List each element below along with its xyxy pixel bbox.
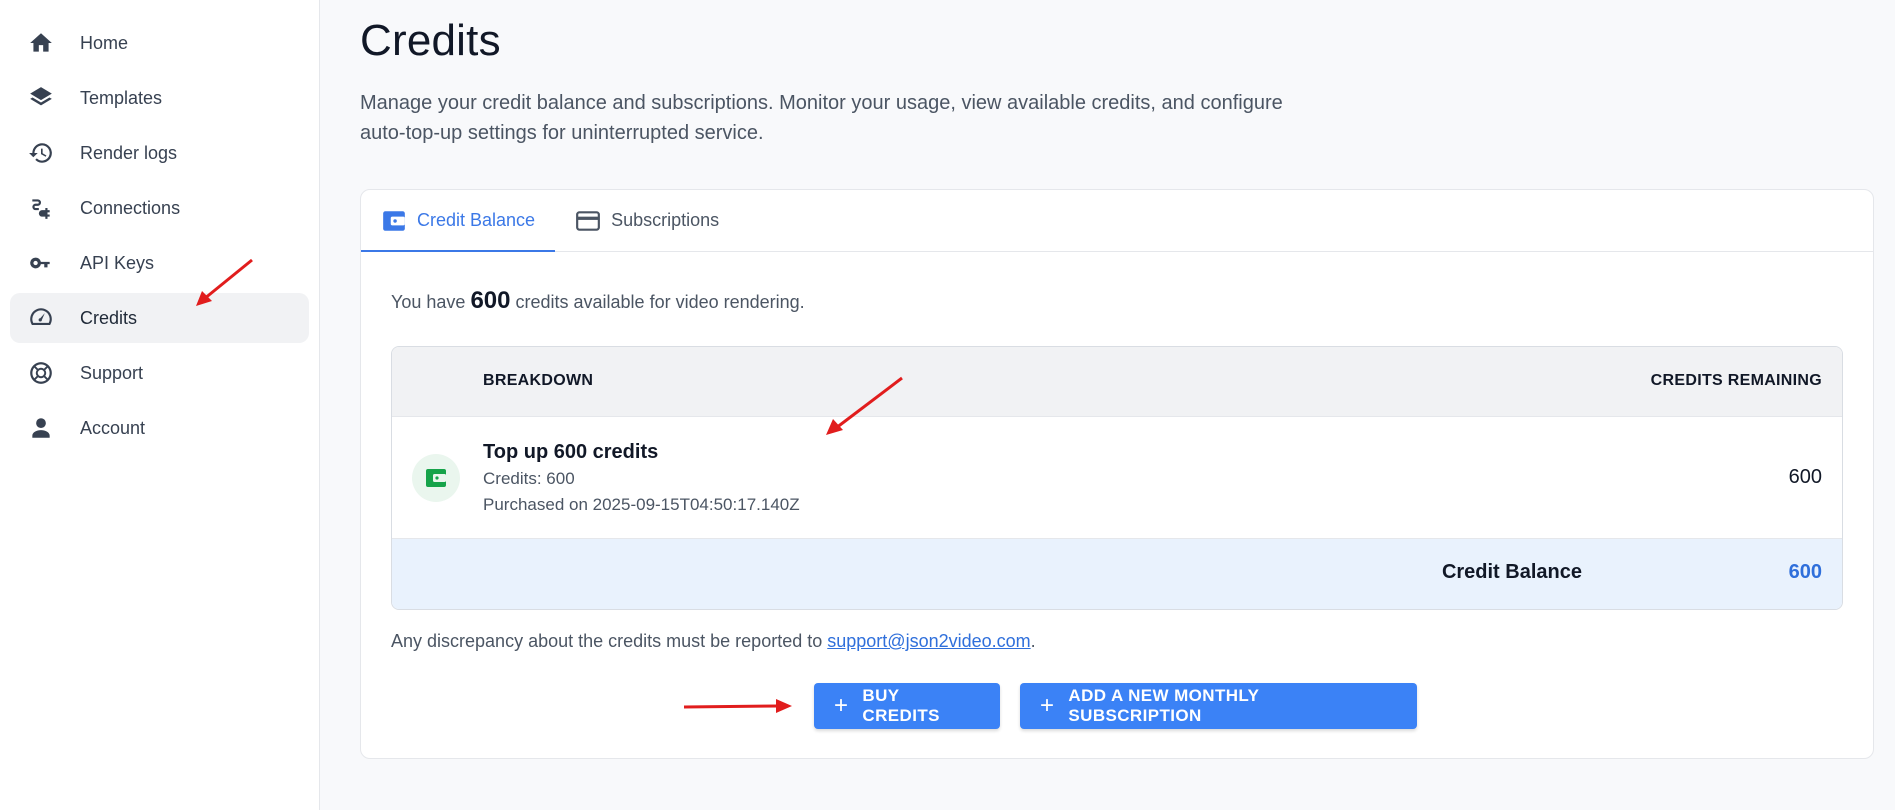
sidebar-item-render-logs[interactable]: Render logs bbox=[10, 128, 309, 178]
annotation-arrow-credits bbox=[196, 258, 253, 306]
wallet-icon bbox=[381, 208, 407, 234]
page-description: Manage your credit balance and subscript… bbox=[360, 92, 1283, 144]
buy-credits-button[interactable]: + BUY CREDITS bbox=[814, 683, 1000, 729]
sidebar-item-credits[interactable]: Credits bbox=[10, 293, 309, 343]
credits-card: Credit Balance Subscriptions You have 60… bbox=[360, 189, 1874, 759]
credit-balance-value: 600 bbox=[1788, 561, 1822, 583]
sidebar-item-label: Home bbox=[80, 32, 129, 53]
credit-balance-label: Credit Balance bbox=[1441, 561, 1582, 583]
support-email-link[interactable]: support@json2video.com bbox=[827, 631, 1030, 651]
balance-suffix: credits available for video rendering. bbox=[515, 292, 805, 312]
lifebuoy-icon bbox=[27, 359, 55, 387]
button-label: BUY CREDITS bbox=[862, 686, 940, 725]
annotation-arrow-row bbox=[826, 376, 903, 435]
tab-subscriptions[interactable]: Subscriptions bbox=[555, 190, 739, 251]
plug-icon bbox=[27, 194, 55, 222]
row-credits: Credits: 600 bbox=[483, 469, 575, 488]
header-credits-remaining: CREDITS REMAINING bbox=[1650, 372, 1822, 389]
annotation-arrow-buy bbox=[683, 699, 792, 713]
sidebar-item-templates[interactable]: Templates bbox=[10, 73, 309, 123]
user-icon bbox=[27, 414, 55, 442]
sidebar-item-account[interactable]: Account bbox=[10, 403, 309, 453]
table-header: BREAKDOWN CREDITS REMAINING bbox=[392, 347, 1842, 417]
balance-prefix: You have bbox=[391, 292, 466, 312]
balance-summary: You have 600 credits available for video… bbox=[391, 287, 805, 315]
button-label: ADD A NEW MONTHLY SUBSCRIPTION bbox=[1068, 686, 1260, 725]
key-icon bbox=[27, 249, 55, 277]
sidebar-item-label: Templates bbox=[80, 87, 163, 108]
credit-card-icon bbox=[575, 208, 601, 234]
row-title: Top up 600 credits bbox=[483, 441, 659, 463]
discrepancy-text: Any discrepancy about the credits must b… bbox=[391, 631, 823, 651]
sidebar-item-label: Support bbox=[80, 362, 144, 383]
sidebar-item-api-keys[interactable]: API Keys bbox=[10, 238, 309, 288]
balance-amount: 600 bbox=[470, 287, 511, 314]
wallet-icon bbox=[412, 454, 460, 502]
history-icon bbox=[27, 139, 55, 167]
layers-icon bbox=[27, 84, 55, 112]
header-breakdown: BREAKDOWN bbox=[483, 372, 594, 389]
row-credits-remaining: 600 bbox=[1788, 466, 1822, 488]
sidebar-item-label: Account bbox=[80, 417, 146, 438]
sidebar-item-label: Render logs bbox=[80, 142, 178, 163]
gauge-icon bbox=[27, 304, 55, 332]
discrepancy-end: . bbox=[1030, 631, 1036, 651]
table-footer: Credit Balance 600 bbox=[392, 539, 1842, 609]
discrepancy-note: Any discrepancy about the credits must b… bbox=[391, 631, 1036, 652]
sidebar: Home Templates Render logs Connections A… bbox=[0, 0, 320, 810]
sidebar-item-support[interactable]: Support bbox=[10, 348, 309, 398]
row-purchased-date: Purchased on 2025-09-15T04:50:17.140Z bbox=[483, 495, 800, 514]
tab-label: Subscriptions bbox=[611, 210, 720, 230]
page-title: Credits bbox=[360, 16, 501, 65]
sidebar-item-home[interactable]: Home bbox=[10, 18, 309, 68]
sidebar-item-label: Connections bbox=[80, 197, 181, 218]
tab-bar: Credit Balance Subscriptions bbox=[361, 190, 1873, 252]
plus-icon: + bbox=[834, 692, 849, 719]
table-row: Top up 600 credits Credits: 600 Purchase… bbox=[392, 417, 1842, 539]
plus-icon: + bbox=[1040, 692, 1055, 719]
sidebar-item-label: Credits bbox=[80, 307, 138, 328]
home-icon bbox=[27, 29, 55, 57]
sidebar-item-connections[interactable]: Connections bbox=[10, 183, 309, 233]
tab-credit-balance[interactable]: Credit Balance bbox=[361, 190, 556, 252]
sidebar-item-label: API Keys bbox=[80, 252, 155, 273]
tab-label: Credit Balance bbox=[417, 210, 536, 230]
credits-breakdown-table: BREAKDOWN CREDITS REMAINING Top up 600 c… bbox=[391, 346, 1843, 610]
add-subscription-button[interactable]: + ADD A NEW MONTHLY SUBSCRIPTION bbox=[1020, 683, 1417, 729]
